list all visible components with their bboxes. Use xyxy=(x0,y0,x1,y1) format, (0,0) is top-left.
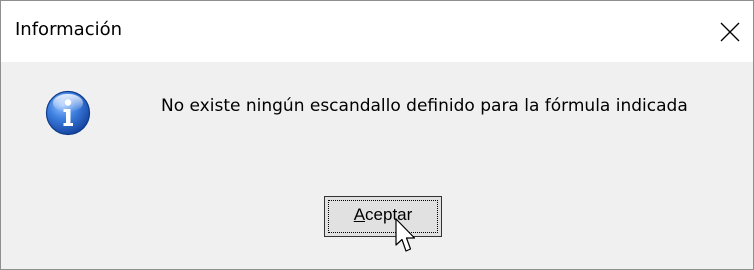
information-dialog: Información No existe ningún escandallo … xyxy=(0,0,754,270)
accept-button-label: Aceptar xyxy=(325,205,441,225)
accelerator-key: A xyxy=(353,205,366,224)
dialog-message: No existe ningún escandallo definido par… xyxy=(161,96,688,116)
dialog-body: No existe ningún escandallo definido par… xyxy=(1,62,753,269)
close-icon xyxy=(720,22,740,42)
dialog-titlebar[interactable]: Información xyxy=(1,1,753,62)
close-button[interactable] xyxy=(707,1,753,62)
info-icon xyxy=(45,90,91,136)
mouse-pointer-icon xyxy=(395,218,416,252)
dialog-title: Información xyxy=(15,19,123,40)
accept-button[interactable]: Aceptar xyxy=(324,196,442,237)
